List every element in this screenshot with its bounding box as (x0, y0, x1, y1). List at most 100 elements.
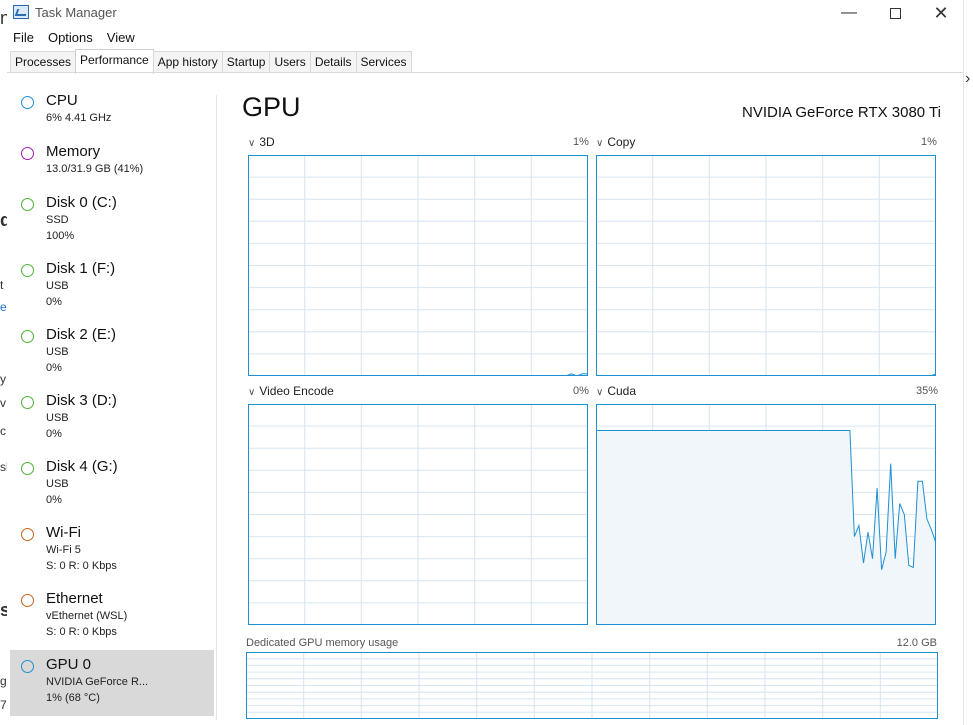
sidebar-item-detail: USB (46, 280, 69, 292)
engine-label: Video Encode (259, 384, 334, 398)
engine-graph-cuda (596, 404, 936, 625)
disk-indicator-icon (21, 462, 34, 475)
chevron-down-icon: ∨ (596, 387, 604, 398)
window-title: Task Manager (35, 5, 117, 20)
tab-processes[interactable]: Processes (10, 51, 77, 73)
background-window-edge: nd te yv c sl sg 7 (0, 0, 11, 725)
sidebar-item-name: Wi-Fi (46, 524, 81, 541)
memory-indicator-icon (21, 147, 34, 160)
engine-label: 3D (259, 135, 275, 149)
sidebar-item-disk0[interactable]: Disk 0 (C:) SSD 100% (7, 188, 215, 254)
sidebar-item-detail: SSD (46, 214, 69, 226)
engine-percent: 0% (573, 385, 589, 397)
tab-details[interactable]: Details (309, 51, 357, 73)
sidebar-item-detail: vEthernet (WSL) (46, 610, 128, 622)
sidebar-item-name: CPU (46, 92, 78, 109)
sidebar-item-detail: Wi-Fi 5 (46, 544, 81, 556)
sidebar-item-detail: 13.0/31.9 GB (41%) (46, 163, 144, 175)
disk-indicator-icon (21, 198, 34, 211)
maximize-button[interactable] (872, 0, 918, 26)
tab-services[interactable]: Services (355, 51, 412, 73)
sidebar-item-disk1[interactable]: Disk 1 (F:) USB 0% (7, 254, 215, 320)
close-button[interactable]: ✕ (918, 0, 964, 26)
chevron-right-icon: › (965, 70, 971, 87)
title-bar[interactable]: Task Manager — ✕ (7, 0, 963, 26)
sidebar-item-name: Disk 3 (D:) (46, 392, 117, 409)
sidebar-item-detail: NVIDIA GeForce R... (46, 676, 149, 688)
tab-app-history[interactable]: App history (152, 51, 223, 73)
sidebar-item-name: Disk 2 (E:) (46, 326, 117, 343)
sidebar-item-usage: 0% (46, 296, 62, 308)
engine-selector-video-encode[interactable]: ∨ Video Encode (248, 384, 334, 398)
sidebar-item-name: Ethernet (46, 590, 103, 607)
engine-percent: 1% (921, 136, 937, 148)
sidebar-item-usage: S: 0 R: 0 Kbps (46, 626, 117, 638)
performance-sidebar: CPU 6% 4.41 GHz Memory 13.0/31.9 GB (41%… (7, 86, 215, 716)
sidebar-item-ethernet[interactable]: Ethernet vEthernet (WSL) S: 0 R: 0 Kbps (7, 584, 215, 650)
wifi-indicator-icon (21, 528, 34, 541)
tab-strip: Processes Performance App history Startu… (10, 49, 412, 74)
engine-label: Cuda (607, 384, 637, 398)
sidebar-item-disk4[interactable]: Disk 4 (G:) USB 0% (7, 452, 215, 518)
menu-bar: File Options View (7, 28, 143, 48)
memory-graph-label: Dedicated GPU memory usage (246, 637, 399, 649)
disk-indicator-icon (21, 264, 34, 277)
engine-percent: 1% (573, 136, 589, 148)
disk-indicator-icon (21, 330, 34, 343)
sidebar-item-usage: 100% (46, 230, 75, 242)
menu-file[interactable]: File (7, 28, 42, 47)
close-icon: ✕ (933, 2, 949, 23)
tab-divider (7, 72, 963, 73)
sidebar-item-usage: 0% (46, 428, 62, 440)
maximize-icon (889, 7, 901, 19)
page-title: GPU (242, 92, 301, 122)
sidebar-item-gpu0[interactable]: GPU 0 NVIDIA GeForce R... 1% (68 °C) (10, 650, 214, 716)
memory-graph-max: 12.0 GB (896, 637, 937, 649)
task-manager-window: Task Manager — ✕ File Options View Process… (7, 0, 963, 725)
sidebar-item-name: Memory (46, 143, 101, 160)
engine-selector-3d[interactable]: ∨ 3D (248, 135, 275, 149)
chevron-down-icon: ∨ (596, 138, 604, 149)
sidebar-item-name: Disk 1 (F:) (46, 260, 116, 277)
sidebar-item-detail: 6% 4.41 GHz (46, 112, 112, 124)
chevron-down-icon: ∨ (248, 387, 256, 398)
sidebar-item-name: Disk 4 (G:) (46, 458, 118, 475)
engine-selector-cuda[interactable]: ∨ Cuda (596, 384, 636, 398)
engine-graph-3d (248, 155, 588, 376)
sidebar-item-name: GPU 0 (46, 656, 92, 673)
minimize-button[interactable]: — (826, 0, 872, 26)
cpu-indicator-icon (21, 96, 34, 109)
tab-performance[interactable]: Performance (75, 49, 154, 74)
ethernet-indicator-icon (21, 594, 34, 607)
engine-label: Copy (607, 135, 636, 149)
sidebar-item-disk2[interactable]: Disk 2 (E:) USB 0% (7, 320, 215, 386)
sidebar-item-usage: S: 0 R: 0 Kbps (46, 560, 117, 572)
menu-options[interactable]: Options (42, 28, 101, 47)
sidebar-divider (216, 95, 217, 720)
sidebar-item-name: Disk 0 (C:) (46, 194, 117, 211)
sidebar-item-memory[interactable]: Memory 13.0/31.9 GB (41%) (7, 137, 215, 188)
tab-startup[interactable]: Startup (221, 51, 271, 73)
task-manager-app-icon (13, 5, 29, 19)
background-window-edge-right: › (963, 0, 973, 725)
tab-users[interactable]: Users (269, 51, 311, 73)
engine-selector-copy[interactable]: ∨ Copy (596, 135, 635, 149)
minimize-icon: — (841, 4, 857, 21)
sidebar-item-disk3[interactable]: Disk 3 (D:) USB 0% (7, 386, 215, 452)
sidebar-item-detail: USB (46, 478, 69, 490)
dedicated-memory-graph (246, 652, 938, 719)
usage-area (596, 430, 936, 625)
menu-view[interactable]: View (101, 28, 143, 47)
gpu-device-name: NVIDIA GeForce RTX 3080 Ti (742, 104, 941, 121)
sidebar-item-usage: 1% (68 °C) (46, 692, 100, 704)
disk-indicator-icon (21, 396, 34, 409)
gpu-indicator-icon (21, 660, 34, 673)
engine-percent: 35% (916, 385, 939, 397)
sidebar-item-detail: USB (46, 412, 69, 424)
sidebar-item-wifi[interactable]: Wi-Fi Wi-Fi 5 S: 0 R: 0 Kbps (7, 518, 215, 584)
sidebar-item-usage: 0% (46, 494, 62, 506)
chevron-down-icon: ∨ (248, 138, 256, 149)
sidebar-item-detail: USB (46, 346, 69, 358)
engine-graph-copy (596, 155, 936, 376)
sidebar-item-usage: 0% (46, 362, 62, 374)
